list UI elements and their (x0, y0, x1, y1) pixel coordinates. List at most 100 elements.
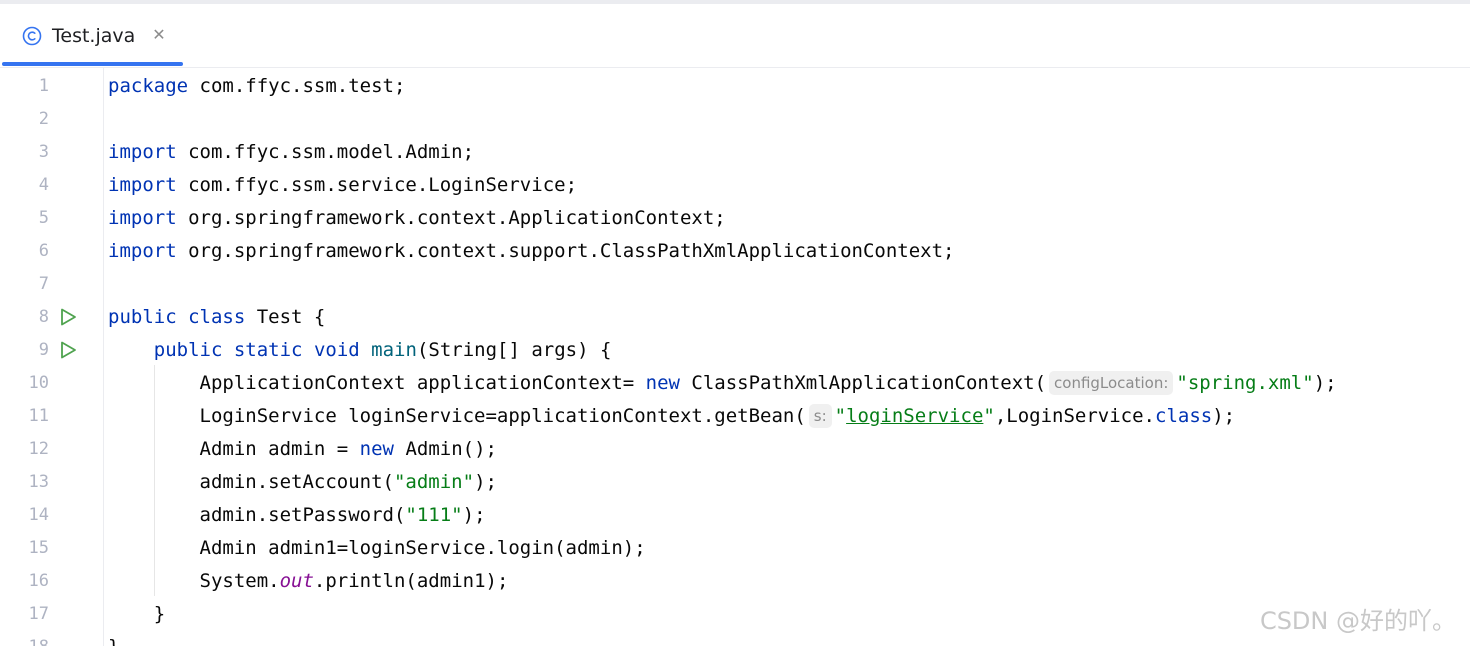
class-icon (22, 26, 42, 46)
code-token: Admin(); (394, 438, 497, 460)
run-icon[interactable] (58, 340, 78, 360)
code-token: ,LoginService. (994, 405, 1155, 427)
code-token: } (108, 603, 166, 625)
line-number[interactable]: 18 (0, 631, 49, 646)
code-editor[interactable]: 1 package com.ffyc.ssm.test; 2 3 import com.… (0, 68, 1470, 646)
code-text[interactable]: import com.ffyc.ssm.service.LoginService… (108, 169, 577, 202)
code-token: (String[] args) { (416, 339, 612, 361)
code-line[interactable]: 12 Admin admin = new Admin(); (0, 433, 1470, 466)
editor-tab-bar: Test.java ✕ (0, 0, 1470, 68)
code-text[interactable]: } (108, 631, 119, 646)
code-text[interactable]: import org.springframework.context.Appli… (108, 202, 726, 235)
tab-test-java[interactable]: Test.java ✕ (0, 4, 184, 68)
line-number[interactable]: 3 (0, 136, 49, 169)
line-number[interactable]: 12 (0, 433, 49, 466)
code-line[interactable]: 11 LoginService loginService=application… (0, 400, 1470, 433)
code-token: loginService (846, 405, 984, 427)
parameter-hint: configLocation: (1049, 371, 1174, 395)
line-number[interactable]: 17 (0, 598, 49, 631)
code-line[interactable]: 2 (0, 103, 1470, 136)
line-number[interactable]: 8 (0, 301, 49, 334)
code-token: .println(admin1); (313, 570, 509, 592)
line-number[interactable]: 16 (0, 565, 49, 598)
code-token: new (359, 438, 394, 460)
code-line[interactable]: 8 public class Test { (0, 301, 1470, 334)
code-line[interactable]: 18} (0, 631, 1470, 646)
code-line[interactable]: 17 } (0, 598, 1470, 631)
code-token: import (108, 141, 177, 163)
code-token: package (108, 75, 189, 97)
code-token: import (108, 240, 177, 262)
code-text[interactable]: LoginService loginService=applicationCon… (108, 400, 1235, 433)
line-number[interactable]: 13 (0, 466, 49, 499)
line-number[interactable]: 7 (0, 268, 49, 301)
code-text[interactable]: ApplicationContext applicationContext= n… (108, 367, 1337, 400)
code-token: " (834, 405, 847, 427)
line-number[interactable]: 5 (0, 202, 49, 235)
close-icon[interactable]: ✕ (150, 25, 168, 45)
code-line[interactable]: 15 Admin admin1=loginService.login(admin… (0, 532, 1470, 565)
code-line[interactable]: 3 import com.ffyc.ssm.model.Admin; (0, 136, 1470, 169)
code-token: Admin admin = (108, 438, 360, 460)
code-text[interactable]: Admin admin = new Admin(); (108, 433, 497, 466)
code-token: Test { (245, 306, 326, 328)
code-token: main (371, 339, 417, 361)
code-token: public (153, 339, 223, 361)
code-text[interactable]: import org.springframework.context.suppo… (108, 235, 955, 268)
code-line[interactable]: 10 ApplicationContext applicationContext… (0, 367, 1470, 400)
line-number[interactable]: 4 (0, 169, 49, 202)
code-token: ); (1212, 405, 1236, 427)
code-token: "111" (405, 504, 463, 526)
code-token: com.ffyc.ssm.model.Admin; (176, 141, 475, 163)
run-icon[interactable] (58, 307, 78, 327)
code-token: ); (1313, 372, 1337, 394)
line-number[interactable]: 15 (0, 532, 49, 565)
code-token: ); (474, 471, 497, 493)
line-number[interactable]: 2 (0, 103, 49, 136)
code-token: com.ffyc.ssm.service.LoginService; (176, 174, 578, 196)
code-line[interactable]: 7 (0, 268, 1470, 301)
code-text[interactable]: public static void main(String[] args) { (108, 334, 612, 367)
code-text[interactable]: admin.setPassword("111"); (108, 499, 486, 532)
line-number[interactable]: 14 (0, 499, 49, 532)
code-line[interactable]: 9 public static void main(String[] args)… (0, 334, 1470, 367)
code-token: org.springframework.context.support.Clas… (176, 240, 955, 262)
active-tab-indicator (2, 62, 183, 66)
code-line[interactable]: 13 admin.setAccount("admin"); (0, 466, 1470, 499)
code-text[interactable]: package com.ffyc.ssm.test; (108, 70, 405, 103)
code-token: com.ffyc.ssm.test; (188, 75, 406, 97)
code-line[interactable]: 5 import org.springframework.context.Appl… (0, 202, 1470, 235)
line-number[interactable]: 11 (0, 400, 49, 433)
code-token: "spring.xml" (1176, 372, 1314, 394)
tab-title: Test.java (52, 25, 136, 47)
code-line[interactable]: 1 package com.ffyc.ssm.test; (0, 70, 1470, 103)
code-token: } (108, 636, 119, 646)
line-number[interactable]: 6 (0, 235, 49, 268)
code-token: org.springframework.context.ApplicationC… (176, 207, 726, 229)
code-line[interactable]: 6 import org.springframework.context.supp… (0, 235, 1470, 268)
code-text[interactable]: } (108, 598, 165, 631)
line-number[interactable]: 1 (0, 70, 49, 103)
code-token: System. (108, 570, 280, 592)
code-text[interactable]: Admin admin1=loginService.login(admin); (108, 532, 646, 565)
code-token: class (188, 306, 246, 328)
code-line[interactable]: 14 admin.setPassword("111"); (0, 499, 1470, 532)
code-token: LoginService loginService=applicationCon… (108, 405, 806, 427)
line-number[interactable]: 10 (0, 367, 49, 400)
code-line[interactable]: 16 System.out.println(admin1); (0, 565, 1470, 598)
code-text[interactable]: System.out.println(admin1); (108, 565, 509, 598)
line-number[interactable]: 9 (0, 334, 49, 367)
code-token: new (645, 372, 680, 394)
code-text[interactable]: public class Test { (108, 301, 325, 334)
code-text[interactable]: admin.setAccount("admin"); (108, 466, 497, 499)
code-token: Admin admin1=loginService.login(admin); (108, 537, 646, 559)
code-token: ClassPathXmlApplicationContext( (679, 372, 1047, 394)
code-token: static (233, 339, 303, 361)
code-line[interactable]: 4 import com.ffyc.ssm.service.LoginServic… (0, 169, 1470, 202)
code-token: admin.setAccount( (108, 471, 394, 493)
code-text[interactable]: import com.ffyc.ssm.model.Admin; (108, 136, 474, 169)
